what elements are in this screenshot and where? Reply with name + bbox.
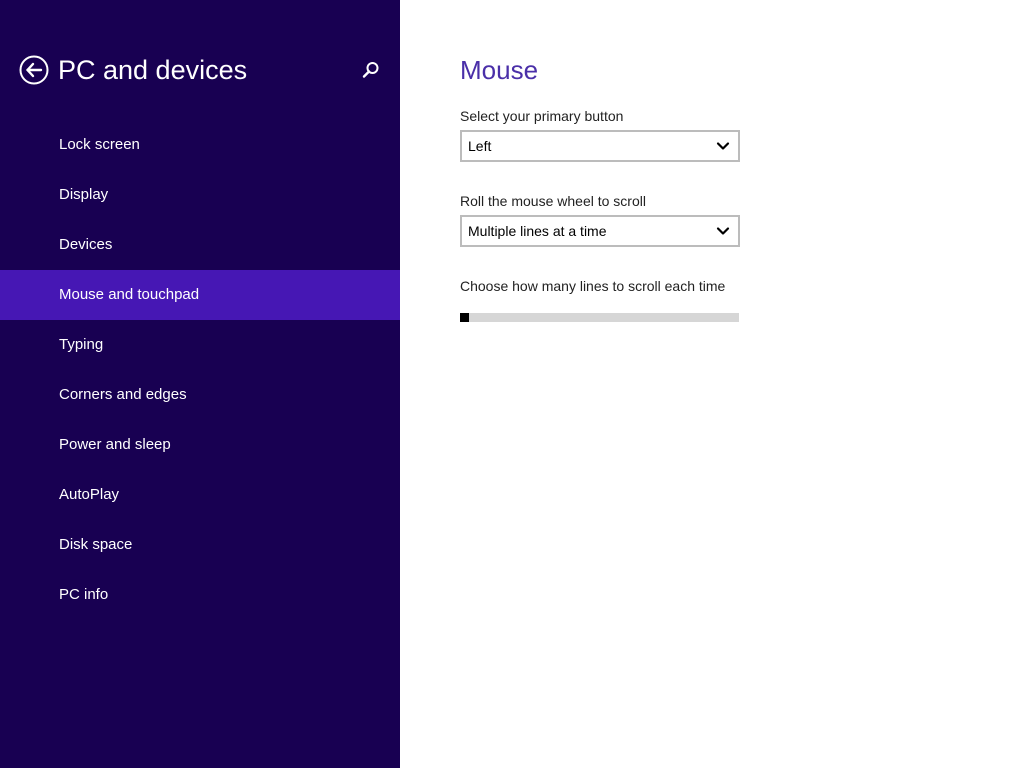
wheel-scroll-dropdown[interactable]: Multiple lines at a time (460, 215, 740, 247)
sidebar-item-label: Devices (59, 236, 113, 253)
sidebar-item-label: Mouse and touchpad (59, 286, 200, 303)
sidebar-item-label: AutoPlay (59, 486, 120, 503)
page-title: Mouse (460, 55, 539, 85)
sidebar-item-label: Typing (59, 336, 104, 353)
sidebar-item-pc-info[interactable]: PC info (0, 570, 400, 620)
search-icon (361, 60, 381, 80)
sidebar-item-typing[interactable]: Typing (0, 320, 400, 370)
sidebar-item-label: Corners and edges (59, 386, 187, 403)
sidebar-item-disk-space[interactable]: Disk space (0, 520, 400, 570)
slider-thumb[interactable] (460, 313, 469, 322)
sidebar-item-devices[interactable]: Devices (0, 220, 400, 270)
sidebar-item-label: Power and sleep (59, 436, 171, 453)
sidebar-item-corners-and-edges[interactable]: Corners and edges (0, 370, 400, 420)
main-content: Mouse Select your primary button Left Ro… (400, 0, 1024, 768)
primary-button-value: Left (468, 138, 492, 154)
sidebar-item-mouse-and-touchpad[interactable]: Mouse and touchpad (0, 270, 400, 320)
back-button[interactable] (19, 55, 49, 85)
sidebar-item-lock-screen[interactable]: Lock screen (0, 120, 400, 170)
settings-window: PC and devices Lock screen Display Devic… (0, 0, 1024, 768)
lines-slider-label: Choose how many lines to scroll each tim… (460, 278, 726, 294)
sidebar: PC and devices Lock screen Display Devic… (0, 0, 400, 768)
wheel-scroll-label: Roll the mouse wheel to scroll (460, 193, 646, 209)
sidebar-header: PC and devices (0, 0, 400, 120)
wheel-scroll-value: Multiple lines at a time (468, 223, 607, 239)
sidebar-item-power-and-sleep[interactable]: Power and sleep (0, 420, 400, 470)
search-button[interactable] (361, 60, 381, 80)
sidebar-item-label: PC info (59, 586, 109, 603)
sidebar-item-label: Lock screen (59, 136, 140, 153)
page-header-title: PC and devices (58, 55, 248, 85)
chevron-down-icon (716, 224, 730, 238)
sidebar-item-autoplay[interactable]: AutoPlay (0, 470, 400, 520)
primary-button-label: Select your primary button (460, 108, 624, 124)
primary-button-dropdown[interactable]: Left (460, 130, 740, 162)
sidebar-nav: Lock screen Display Devices Mouse and to… (0, 120, 400, 620)
chevron-down-icon (716, 139, 730, 153)
sidebar-item-label: Display (59, 186, 109, 203)
sidebar-item-label: Disk space (59, 536, 133, 553)
sidebar-item-display[interactable]: Display (0, 170, 400, 220)
lines-to-scroll-slider[interactable] (460, 313, 739, 322)
slider-track (460, 313, 739, 322)
back-arrow-circle-icon (19, 55, 49, 85)
